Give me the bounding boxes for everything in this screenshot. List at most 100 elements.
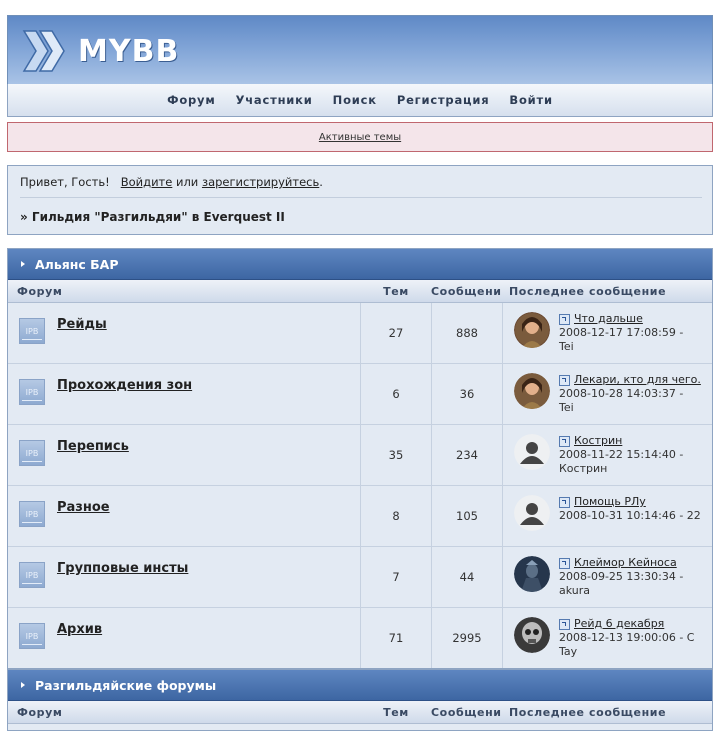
post-count: 888 — [432, 303, 503, 363]
category-header[interactable]: Альянс БАР — [8, 249, 712, 280]
avatar-icon — [514, 312, 550, 348]
forum-header: MYBB — [7, 15, 713, 85]
column-headers: Форум Тем Сообщений Последнее сообщение — [8, 280, 712, 303]
post-count: 36 — [432, 364, 503, 424]
expand-arrow-icon — [21, 261, 25, 267]
divider — [20, 197, 702, 198]
goto-post-icon[interactable] — [559, 618, 570, 630]
last-post-info: Лекари, кто для чего. 2008-10-28 14:03:3… — [559, 373, 709, 415]
col-topics: Тем — [383, 284, 409, 298]
mybb-logo[interactable]: MYBB — [22, 28, 179, 74]
goto-post-icon[interactable] — [559, 496, 570, 508]
post-count: 105 — [432, 486, 503, 546]
nav-forum[interactable]: Форум — [167, 93, 215, 107]
post-count: 2995 — [432, 608, 503, 668]
goto-post-icon[interactable] — [559, 313, 570, 325]
last-post-date: 2008-10-31 10:14:46 - 22 — [559, 509, 701, 522]
last-post-link[interactable]: Рейд 6 декабря — [574, 617, 664, 631]
nav-members[interactable]: Участники — [236, 93, 313, 107]
main-nav: Форум Участники Поиск Регистрация Войти — [7, 84, 713, 117]
last-post-cell: Рейд 6 декабря 2008-12-13 19:00:06 - С T… — [503, 608, 712, 668]
breadcrumb: » Гильдия "Разгильдяи" в Everquest II — [20, 210, 285, 224]
last-post-info: Что дальше 2008-12-17 17:08:59 - Tei — [559, 312, 709, 354]
forum-row: IPB Рейды 27 888 Что дальше 2008-12-17 1… — [8, 303, 712, 364]
last-post-link[interactable]: Что дальше — [574, 312, 643, 326]
forum-cell: IPB Разное — [8, 486, 361, 546]
last-post-link[interactable]: Клеймор Кейноса — [574, 556, 677, 570]
forum-link[interactable]: Перепись — [57, 439, 129, 454]
last-post-author: Tei — [559, 340, 574, 353]
forum-link[interactable]: Архив — [57, 622, 102, 637]
forum-cell: IPB Перепись — [8, 425, 361, 485]
col-posts: Сообщений — [431, 705, 501, 719]
forum-status-icon: IPB — [19, 562, 45, 588]
last-post-date: 2008-09-25 13:30:34 - — [559, 570, 684, 583]
forum-status-icon: IPB — [19, 623, 45, 649]
nav-login[interactable]: Войти — [509, 93, 552, 107]
chevron-logo-icon — [22, 30, 65, 72]
last-post-link[interactable]: Кострин — [574, 434, 622, 448]
logo-text: MYBB — [78, 33, 180, 69]
last-post-cell: Лекари, кто для чего. 2008-10-28 14:03:3… — [503, 364, 712, 424]
forum-link[interactable]: Групповые инсты — [57, 561, 188, 576]
nav-search[interactable]: Поиск — [333, 93, 377, 107]
or-text: или — [175, 175, 199, 189]
last-post-link[interactable]: Лекари, кто для чего. — [574, 373, 701, 387]
welcome-panel: Привет, Гость! Войдите или зарегистрируй… — [7, 165, 713, 235]
register-link[interactable]: зарегистрируйтесь — [202, 175, 319, 189]
last-post-date: 2008-12-13 19:00:06 - С — [559, 631, 695, 644]
nav-register[interactable]: Регистрация — [397, 93, 490, 107]
last-post-date: 2008-11-22 15:14:40 - — [559, 448, 684, 461]
forum-link[interactable]: Прохождения зон — [57, 378, 192, 393]
active-topics-link[interactable]: Активные темы — [319, 132, 401, 143]
forum-link[interactable]: Рейды — [57, 317, 107, 332]
last-post-cell: Клеймор Кейноса 2008-09-25 13:30:34 - ak… — [503, 547, 712, 607]
forum-row: IPB Перепись 35 234 Кострин 2008-11-22 1… — [8, 425, 712, 486]
forum-link[interactable]: Разное — [57, 500, 110, 515]
forum-cell: IPB Рейды — [8, 303, 361, 363]
forum-status-icon: IPB — [19, 440, 45, 466]
avatar-icon — [514, 373, 550, 409]
category-title: Разгильдяйские форумы — [35, 677, 217, 693]
last-post-cell: Что дальше 2008-12-17 17:08:59 - Tei — [503, 303, 712, 363]
col-forum: Форум — [17, 705, 63, 719]
last-post-info: Рейд 6 декабря 2008-12-13 19:00:06 - С T… — [559, 617, 709, 659]
forum-row: IPB Групповые инсты 7 44 Клеймор Кейноса… — [8, 547, 712, 608]
login-link[interactable]: Войдите — [121, 175, 173, 189]
last-post-author: Tei — [559, 401, 574, 414]
category-slacker-forums: Разгильдяйские форумы Форум Тем Сообщени… — [7, 669, 713, 731]
last-post-date: 2008-10-28 14:03:37 - — [559, 387, 684, 400]
forum-row: IPB Прохождения зон 6 36 Лекари, кто для… — [8, 364, 712, 425]
default-avatar-icon — [514, 434, 550, 470]
goto-post-icon[interactable] — [559, 374, 570, 386]
topic-count: 6 — [361, 364, 432, 424]
forum-row: IPB Разное 8 105 Помощь РЛу 2008-10-31 1… — [8, 486, 712, 547]
post-count: 234 — [432, 425, 503, 485]
last-post-author: Кострин — [559, 462, 608, 475]
category-alliance-bar: Альянс БАР Форум Тем Сообщений Последнее… — [7, 248, 713, 669]
active-topics-bar: Активные темы — [7, 122, 713, 152]
forum-status-icon: IPB — [19, 379, 45, 405]
col-topics: Тем — [383, 705, 409, 719]
forum-cell: IPB Групповые инсты — [8, 547, 361, 607]
default-avatar-icon — [514, 495, 550, 531]
goto-post-icon[interactable] — [559, 557, 570, 569]
category-title: Альянс БАР — [35, 256, 119, 272]
forum-cell: IPB Архив — [8, 608, 361, 668]
goto-post-icon[interactable] — [559, 435, 570, 447]
category-header[interactable]: Разгильдяйские форумы — [8, 670, 712, 701]
col-posts: Сообщений — [431, 284, 501, 298]
last-post-link[interactable]: Помощь РЛу — [574, 495, 646, 509]
topic-count: 27 — [361, 303, 432, 363]
page: MYBB Форум Участники Поиск Регистрация В… — [0, 0, 720, 731]
forum-row: IPB Архив 71 2995 Рейд 6 декабря 2008-12… — [8, 608, 712, 668]
forum-status-icon: IPB — [19, 318, 45, 344]
col-last-post: Последнее сообщение — [509, 284, 667, 298]
avatar-icon — [514, 617, 550, 653]
last-post-cell: Помощь РЛу 2008-10-31 10:14:46 - 22 — [503, 486, 712, 546]
post-count: 44 — [432, 547, 503, 607]
forum-status-icon: IPB — [19, 501, 45, 527]
expand-arrow-icon — [21, 682, 25, 688]
last-post-cell: Кострин 2008-11-22 15:14:40 - Кострин — [503, 425, 712, 485]
greeting-end: . — [319, 175, 323, 189]
